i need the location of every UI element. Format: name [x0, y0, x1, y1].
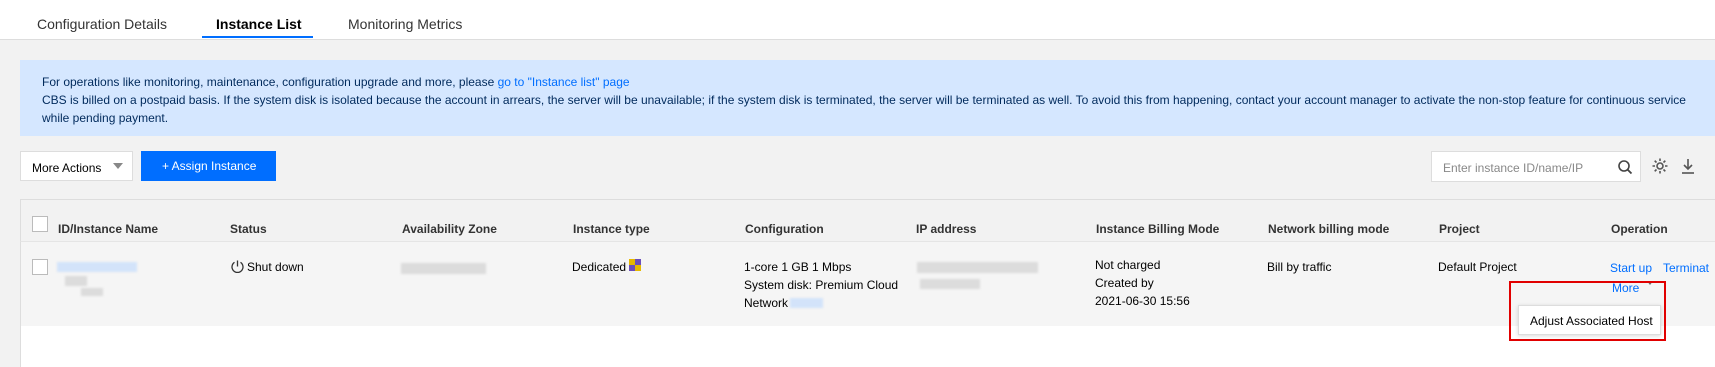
col-project: Project [1439, 222, 1480, 236]
col-ip-address: IP address [916, 222, 977, 236]
download-icon[interactable] [1680, 157, 1696, 175]
col-id-instance-name: ID/Instance Name [58, 222, 159, 236]
tab-bar: Configuration Details Instance List Moni… [0, 0, 1715, 40]
col-instance-type: Instance type [573, 222, 650, 236]
tab-monitoring-metrics[interactable]: Monitoring Metrics [348, 16, 462, 32]
network-billing-mode: Bill by traffic [1267, 260, 1332, 274]
redacted-ip-private [920, 279, 980, 289]
select-all-checkbox[interactable] [32, 216, 48, 232]
table-body-empty [20, 326, 1715, 367]
col-operation: Operation [1611, 222, 1668, 236]
project-name: Default Project [1438, 260, 1517, 274]
instance-list-link[interactable]: go to "Instance list" page [498, 75, 630, 89]
more-actions-dropdown[interactable]: More Actions [20, 151, 133, 181]
search-placeholder: Enter instance ID/name/IP [1443, 161, 1584, 175]
start-up-link[interactable]: Start up [1610, 259, 1652, 277]
banner-line-2: CBS is billed on a postpaid basis. If th… [42, 93, 1686, 125]
redacted-instance-id[interactable] [57, 262, 137, 272]
col-availability-zone: Availability Zone [402, 222, 497, 236]
adjust-associated-host-menu-item[interactable]: Adjust Associated Host [1518, 305, 1661, 335]
gear-icon[interactable] [1651, 157, 1669, 175]
power-icon [231, 260, 244, 273]
redacted-instance-name [65, 276, 87, 286]
billing-mode-cell: Not charged Created by 2021-06-30 15:56 [1095, 258, 1190, 308]
tab-instance-list[interactable]: Instance List [216, 16, 302, 32]
redacted-network [790, 298, 823, 308]
redacted-availability-zone [401, 263, 486, 274]
banner-line-1: For operations like monitoring, maintena… [42, 75, 630, 89]
instance-type: Dedicated [572, 260, 627, 274]
col-instance-billing-mode: Instance Billing Mode [1096, 222, 1220, 236]
table-header: ID/Instance Name Status Availability Zon… [20, 199, 1715, 242]
instance-status: Shut down [247, 260, 304, 274]
info-banner: For operations like monitoring, maintena… [20, 60, 1715, 136]
col-configuration: Configuration [745, 222, 824, 236]
dedicated-host-icon [629, 259, 641, 271]
row-checkbox[interactable] [32, 259, 48, 275]
tab-configuration-details[interactable]: Configuration Details [37, 16, 167, 32]
terminate-link[interactable]: Terminat [1663, 259, 1709, 277]
redacted-instance-name-2 [81, 288, 103, 296]
redacted-ip-public [917, 262, 1038, 273]
active-tab-indicator [202, 36, 313, 38]
assign-instance-button[interactable]: + Assign Instance [141, 151, 276, 181]
caret-down-icon [113, 163, 123, 169]
col-network-billing-mode: Network billing mode [1268, 222, 1390, 236]
search-input[interactable]: Enter instance ID/name/IP [1431, 151, 1641, 182]
col-status: Status [230, 222, 267, 236]
search-icon[interactable] [1617, 159, 1633, 175]
